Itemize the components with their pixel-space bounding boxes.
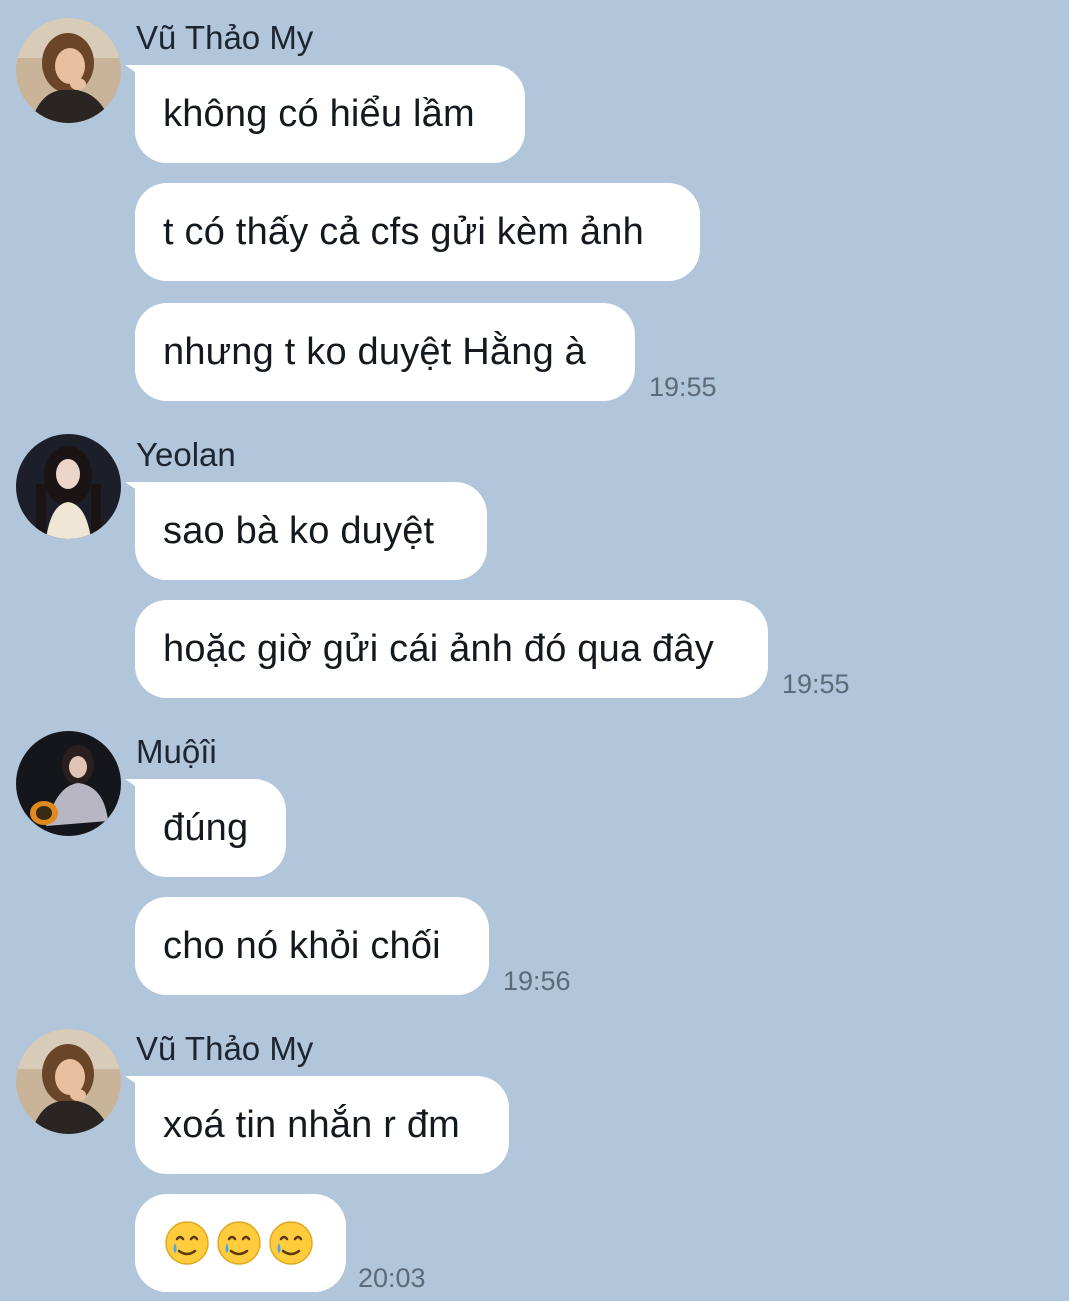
message-bubble[interactable]: hoặc giờ gửi cái ảnh đó qua đây <box>135 600 768 698</box>
message-text: t có thấy cả cfs gửi kèm ảnh <box>163 210 644 253</box>
avatar[interactable] <box>16 18 121 123</box>
message-timestamp: 19:55 <box>782 669 850 699</box>
message-bubble[interactable]: cho nó khỏi chối <box>135 897 489 995</box>
emoji-message <box>163 1219 315 1267</box>
message-bubble[interactable]: sao bà ko duyệt <box>135 482 487 580</box>
avatar[interactable] <box>16 1029 121 1134</box>
message-text: nhưng t ko duyệt Hằng à <box>163 330 586 373</box>
sender-name: Muộîi <box>136 733 217 770</box>
message-text: sao bà ko duyệt <box>163 509 435 552</box>
message-text: cho nó khỏi chối <box>163 924 441 967</box>
message-timestamp: 19:55 <box>649 372 717 402</box>
message-text: hoặc giờ gửi cái ảnh đó qua đây <box>163 627 714 670</box>
smiling-face-with-tear-icon <box>165 1221 209 1265</box>
sender-name: Vũ Thảo My <box>136 19 314 56</box>
smiling-face-with-tear-icon <box>217 1221 261 1265</box>
avatar[interactable] <box>16 731 121 836</box>
message-text: không có hiểu lầm <box>163 92 475 135</box>
sender-name: Yeolan <box>136 436 236 473</box>
smiling-face-with-tear-icon <box>269 1221 313 1265</box>
message-bubble[interactable]: t có thấy cả cfs gửi kèm ảnh <box>135 183 700 281</box>
message-bubble[interactable]: đúng <box>135 779 286 877</box>
message-timestamp: 20:03 <box>358 1263 426 1293</box>
message-text: xoá tin nhắn r đm <box>163 1103 461 1146</box>
message-bubble[interactable]: nhưng t ko duyệt Hằng à <box>135 303 635 401</box>
message-timestamp: 19:56 <box>503 966 571 996</box>
emoji-message-bubble[interactable] <box>135 1194 346 1292</box>
message-bubble[interactable]: không có hiểu lầm <box>135 65 525 163</box>
chat-area[interactable]: Vũ Thảo My không có hiểu lầm t có thấy c… <box>0 0 1069 1301</box>
avatar[interactable] <box>16 434 121 539</box>
message-bubble[interactable]: xoá tin nhắn r đm <box>135 1076 509 1174</box>
sender-name: Vũ Thảo My <box>136 1030 314 1067</box>
message-text: đúng <box>163 806 249 849</box>
